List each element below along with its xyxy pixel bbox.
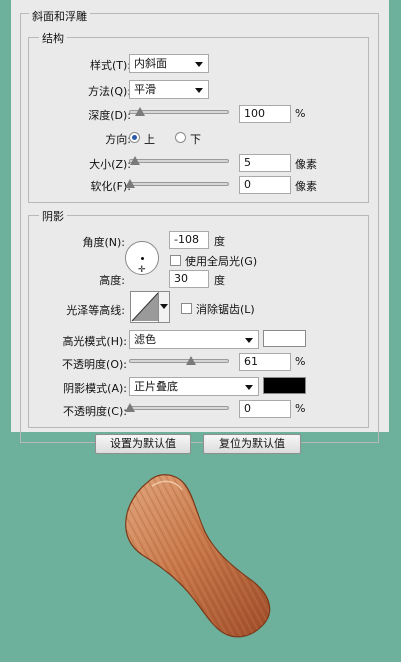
style-label: 样式(T): <box>89 59 131 72</box>
highlight-opacity-label: 不透明度(O): <box>62 358 127 371</box>
chevron-down-icon <box>245 338 253 343</box>
angle-unit: 度 <box>214 235 225 248</box>
chevron-down-icon <box>195 88 203 93</box>
depth-slider[interactable] <box>129 107 229 116</box>
direction-label: 方向: <box>105 133 131 146</box>
direction-down-label: 下 <box>190 133 201 146</box>
style-value: 内斜面 <box>134 57 167 70</box>
technique-select[interactable]: 平滑 <box>129 80 209 99</box>
technique-label: 方法(Q): <box>88 85 131 98</box>
depth-unit: % <box>295 107 306 120</box>
shadow-mode-value: 正片叠底 <box>134 380 178 393</box>
angle-input[interactable]: -108 <box>169 231 209 249</box>
chevron-down-icon <box>160 304 168 309</box>
highlight-mode-label: 高光模式(H): <box>62 335 127 348</box>
size-slider-thumb[interactable] <box>130 156 140 165</box>
angle-label: 角度(N): <box>82 236 125 249</box>
highlight-mode-value: 滤色 <box>134 333 156 346</box>
bevel-emboss-title: 斜面和浮雕 <box>29 8 90 24</box>
technique-value: 平滑 <box>134 83 156 96</box>
global-light-label: 使用全局光(G) <box>185 255 258 268</box>
shadow-opacity-label: 不透明度(C): <box>63 405 127 418</box>
soften-slider-thumb[interactable] <box>125 179 135 188</box>
highlight-opacity-slider-thumb[interactable] <box>186 356 196 365</box>
reset-default-button[interactable]: 复位为默认值 <box>203 434 301 454</box>
shadow-opacity-slider-thumb[interactable] <box>125 403 135 412</box>
size-unit: 像素 <box>295 158 317 171</box>
make-default-button[interactable]: 设置为默认值 <box>95 434 191 454</box>
shadow-opacity-unit: % <box>295 402 306 415</box>
highlight-opacity-slider[interactable] <box>129 356 229 365</box>
highlight-opacity-input[interactable]: 61 <box>239 353 291 371</box>
structure-title: 结构 <box>39 30 67 46</box>
global-light-checkbox[interactable] <box>170 255 181 266</box>
anti-aliased-label: 消除锯齿(L) <box>196 303 255 316</box>
altitude-label: 高度: <box>99 274 125 287</box>
chevron-down-icon <box>195 62 203 67</box>
size-slider[interactable] <box>129 156 229 165</box>
bevel-emboss-panel: 斜面和浮雕 结构 样式(T): 内斜面 方法(Q): 平滑 深度(D): 100… <box>11 0 389 443</box>
shadow-color-swatch[interactable] <box>263 377 306 394</box>
shadow-opacity-slider[interactable] <box>125 403 229 412</box>
chevron-down-icon <box>245 385 253 390</box>
size-input[interactable]: 5 <box>239 154 291 172</box>
depth-input[interactable]: 100 <box>239 105 291 123</box>
depth-slider-thumb[interactable] <box>135 107 145 116</box>
contour-curve-icon <box>131 292 159 322</box>
direction-up-label: 上 <box>144 133 155 146</box>
gloss-contour-picker[interactable] <box>130 291 170 323</box>
anti-aliased-checkbox[interactable] <box>181 303 192 314</box>
style-select[interactable]: 内斜面 <box>129 54 209 73</box>
soften-input[interactable]: 0 <box>239 176 291 194</box>
altitude-input[interactable]: 30 <box>169 270 209 288</box>
highlight-color-swatch[interactable] <box>263 330 306 347</box>
depth-label: 深度(D): <box>88 109 131 122</box>
soften-slider[interactable] <box>125 179 229 188</box>
highlight-mode-select[interactable]: 滤色 <box>129 330 259 349</box>
angle-dial-icon[interactable]: ✛ <box>125 241 159 275</box>
direction-down-radio[interactable] <box>175 132 186 143</box>
direction-up-radio[interactable] <box>129 132 140 143</box>
shading-title: 阴影 <box>39 208 67 224</box>
gloss-contour-label: 光泽等高线: <box>66 304 125 317</box>
soften-unit: 像素 <box>295 180 317 193</box>
highlight-opacity-unit: % <box>295 355 306 368</box>
size-label: 大小(Z): <box>89 158 131 171</box>
shadow-mode-select[interactable]: 正片叠底 <box>129 377 259 396</box>
altitude-unit: 度 <box>214 274 225 287</box>
shadow-mode-label: 阴影模式(A): <box>63 382 127 395</box>
shadow-opacity-input[interactable]: 0 <box>239 400 291 418</box>
